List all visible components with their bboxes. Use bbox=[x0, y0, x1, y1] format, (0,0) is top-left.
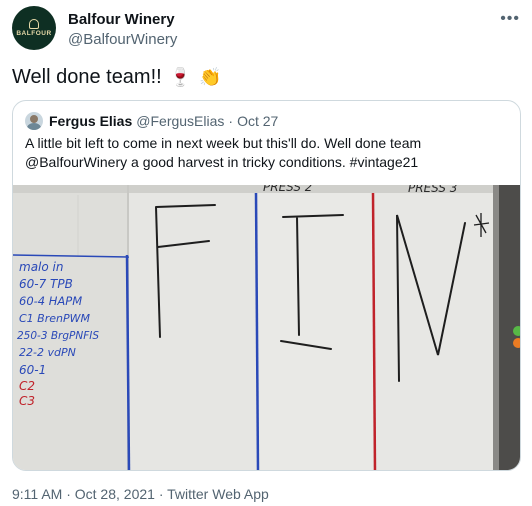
whiteboard-photo[interactable]: PRESS 2 PRESS 3 malo in 60-7 TPB 60-4 HA… bbox=[13, 185, 520, 470]
quoted-date[interactable]: Oct 27 bbox=[237, 113, 278, 129]
tweet-timestamp[interactable]: 9:11 AM · Oct 28, 2021 · Twitter Web App bbox=[12, 486, 269, 502]
quoted-header: Fergus Elias @FergusElias · Oct 27 bbox=[25, 111, 278, 131]
note-line: 60-7 TPB bbox=[19, 277, 73, 291]
quoted-handle[interactable]: @FergusElias bbox=[136, 113, 224, 129]
wine-glass-emoji: 🍷 bbox=[169, 67, 192, 87]
note-line: C2 bbox=[19, 379, 35, 393]
quoted-text: A little bit left to come in next week b… bbox=[25, 135, 422, 170]
handle[interactable]: @BalfourWinery bbox=[68, 30, 177, 50]
note-line: 60-1 bbox=[19, 363, 46, 377]
press-3-label: PRESS 3 bbox=[408, 185, 457, 195]
quoted-avatar[interactable] bbox=[25, 112, 43, 130]
note-line: 60-4 HAPM bbox=[19, 294, 82, 308]
tweet-header: BALFOUR Balfour Winery @BalfourWinery ••… bbox=[12, 6, 520, 54]
avatar[interactable]: BALFOUR bbox=[12, 6, 56, 50]
note-line: C3 bbox=[19, 394, 35, 408]
quoted-tweet[interactable]: Fergus Elias @FergusElias · Oct 27 A lit… bbox=[12, 100, 521, 471]
note-line: malo in bbox=[19, 260, 63, 274]
quoted-display-name[interactable]: Fergus Elias bbox=[49, 113, 132, 129]
avatar-logo-text: BALFOUR bbox=[16, 29, 52, 37]
separator-dot: · bbox=[228, 113, 234, 129]
press-2-label: PRESS 2 bbox=[263, 185, 312, 194]
more-options-icon[interactable]: ••• bbox=[500, 10, 520, 28]
tweet-text-body: Well done team!! bbox=[12, 66, 162, 88]
author-names: Balfour Winery @BalfourWinery bbox=[68, 10, 177, 50]
tweet-text: Well done team!! 🍷 👏 bbox=[12, 64, 222, 90]
note-line: 22-2 vdPN bbox=[19, 346, 76, 359]
clapping-hands-emoji: 👏 bbox=[199, 67, 222, 87]
note-line: C1 BrenPWM bbox=[19, 312, 90, 325]
crest-icon bbox=[29, 18, 39, 29]
whiteboard-image: PRESS 2 PRESS 3 malo in 60-7 TPB 60-4 HA… bbox=[13, 185, 520, 470]
note-line: 250-3 BrgPNFIS bbox=[17, 330, 99, 342]
display-name[interactable]: Balfour Winery bbox=[68, 10, 177, 30]
